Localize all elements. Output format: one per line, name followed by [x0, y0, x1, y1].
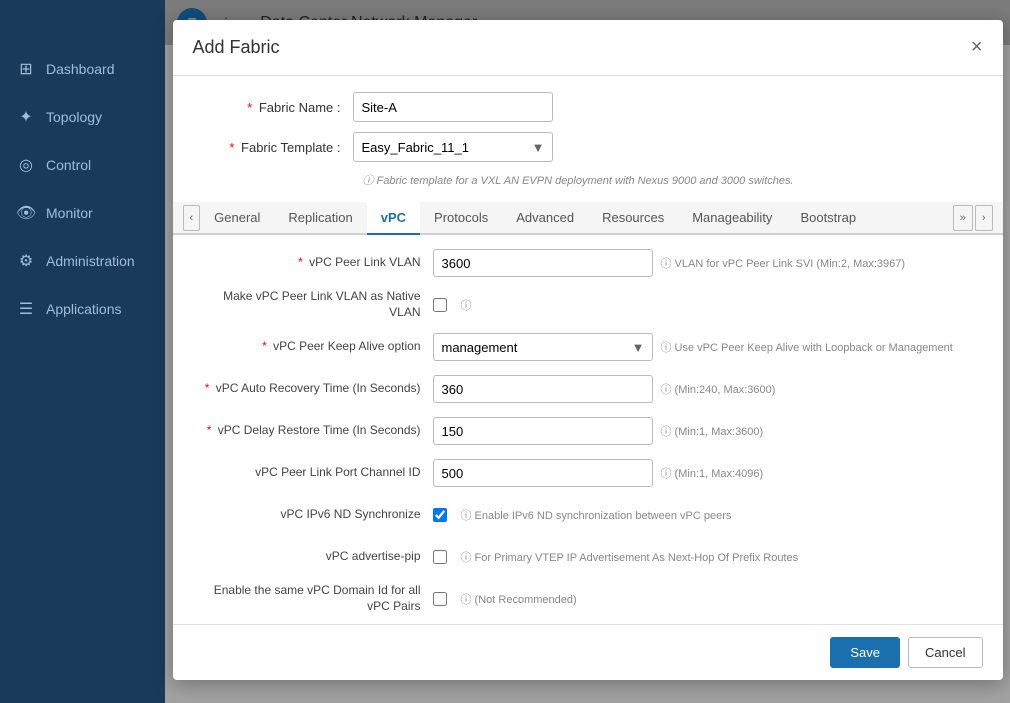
fabric-name-label: * Fabric Name :	[193, 100, 353, 115]
checkbox-wrap: ⓘ	[433, 297, 472, 313]
save-button[interactable]: Save	[830, 637, 900, 668]
sidebar-nav: ⊞ Dashboard ✦ Topology ◎ Control 👁 Monit…	[0, 45, 165, 703]
dialog-body: * vPC Peer Link VLAN ⓘ VLAN for vPC Peer…	[173, 235, 1003, 624]
make-native-vlan-checkbox[interactable]	[433, 298, 447, 312]
main-area: ≡ cisco Data Center Network Manager Add …	[165, 0, 1010, 703]
tab-overflow-button[interactable]: »	[953, 205, 973, 231]
fabric-template-select[interactable]: Easy_Fabric_11_1	[353, 132, 553, 162]
sidebar-header	[0, 0, 165, 45]
vpc-ipv6-nd-checkbox[interactable]	[433, 508, 447, 522]
fabric-template-label: * Fabric Template :	[193, 140, 353, 155]
field-vpc-port-channel: vPC Peer Link Port Channel ID ⓘ (Min:1, …	[193, 457, 983, 489]
checkbox-wrap: ⓘ (Not Recommended)	[433, 591, 577, 607]
sidebar-item-dashboard[interactable]: ⊞ Dashboard	[0, 45, 165, 93]
field-make-native-vlan: Make vPC Peer Link VLAN as Native VLAN ⓘ	[193, 289, 983, 321]
checkbox-wrap: ⓘ Enable IPv6 ND synchronization between…	[433, 507, 732, 523]
vpc-auto-recovery-input[interactable]	[433, 375, 653, 403]
field-vpc-same-domain: Enable the same vPC Domain Id for all vP…	[193, 583, 983, 615]
field-hint: ⓘ (Not Recommended)	[461, 591, 577, 607]
field-hint: ⓘ Enable IPv6 ND synchronization between…	[461, 507, 732, 523]
tabs-bar: ‹ General Replication vPC Protocols Adva…	[173, 202, 1003, 235]
vpc-advertise-pip-checkbox[interactable]	[433, 550, 447, 564]
field-vpc-peer-link-vlan: * vPC Peer Link VLAN ⓘ VLAN for vPC Peer…	[193, 247, 983, 279]
tabs-overflow: » ›	[953, 205, 993, 231]
field-hint: ⓘ (Min:1, Max:3600)	[661, 423, 764, 439]
field-vpc-keep-alive: * vPC Peer Keep Alive option management …	[193, 331, 983, 363]
sidebar-item-label: Monitor	[46, 205, 93, 221]
field-hint: ⓘ VLAN for vPC Peer Link SVI (Min:2, Max…	[661, 255, 906, 271]
field-vpc-ipv6-nd: vPC IPv6 ND Synchronize ⓘ Enable IPv6 ND…	[193, 499, 983, 531]
field-hint: ⓘ (Min:240, Max:3600)	[661, 381, 776, 397]
sidebar-item-monitor[interactable]: 👁 Monitor	[0, 189, 165, 237]
sidebar-item-applications[interactable]: ☰ Applications	[0, 285, 165, 333]
vpc-port-channel-input[interactable]	[433, 459, 653, 487]
applications-icon: ☰	[16, 299, 36, 319]
dialog-footer: Save Cancel	[173, 624, 1003, 680]
fabric-name-input[interactable]	[353, 92, 553, 122]
field-hint: ⓘ Use vPC Peer Keep Alive with Loopback …	[661, 339, 953, 355]
vpc-keep-alive-select-wrap: management loopback ▼	[433, 333, 653, 361]
sidebar-item-label: Topology	[46, 109, 102, 125]
required-star: *	[229, 140, 234, 155]
field-vpc-advertise-pip: vPC advertise-pip ⓘ For Primary VTEP IP …	[193, 541, 983, 573]
field-label: vPC Peer Link Port Channel ID	[193, 465, 433, 481]
sidebar-item-label: Control	[46, 157, 91, 173]
administration-icon: ⚙	[16, 251, 36, 271]
sidebar-item-label: Dashboard	[46, 61, 115, 77]
form-top: * Fabric Name : * Fabric Template : Easy…	[173, 76, 1003, 202]
field-label: * vPC Delay Restore Time (In Seconds)	[193, 423, 433, 439]
sidebar: ⊞ Dashboard ✦ Topology ◎ Control 👁 Monit…	[0, 0, 165, 703]
tab-general[interactable]: General	[200, 202, 274, 233]
tab-prev-button[interactable]: ‹	[183, 205, 201, 231]
monitor-icon: 👁	[16, 203, 36, 223]
field-hint: ⓘ For Primary VTEP IP Advertisement As N…	[461, 549, 799, 565]
vpc-peer-link-vlan-input[interactable]	[433, 249, 653, 277]
dashboard-icon: ⊞	[16, 59, 36, 79]
field-label: Enable the same vPC Domain Id for all vP…	[193, 583, 433, 614]
sidebar-item-administration[interactable]: ⚙ Administration	[0, 237, 165, 285]
required-star: *	[247, 100, 252, 115]
tab-resources[interactable]: Resources	[588, 202, 678, 233]
field-vpc-delay-restore: * vPC Delay Restore Time (In Seconds) ⓘ …	[193, 415, 983, 447]
dialog-overlay: Add Fabric × * Fabric Name : * Fabric Te…	[165, 0, 1010, 703]
field-hint: ⓘ	[461, 297, 472, 313]
tab-bootstrap[interactable]: Bootstrap	[786, 202, 870, 233]
field-hint: ⓘ (Min:1, Max:4096)	[661, 465, 764, 481]
sidebar-item-label: Applications	[46, 301, 122, 317]
fabric-hint: ⓘ Fabric template for a VXL AN EVPN depl…	[363, 172, 983, 188]
close-button[interactable]: ×	[971, 36, 983, 59]
sidebar-item-topology[interactable]: ✦ Topology	[0, 93, 165, 141]
fabric-name-row: * Fabric Name :	[193, 92, 983, 122]
fabric-template-select-wrap: Easy_Fabric_11_1 ▼	[353, 132, 553, 162]
cancel-button[interactable]: Cancel	[908, 637, 982, 668]
dialog-title: Add Fabric	[193, 37, 280, 58]
field-vpc-auto-recovery: * vPC Auto Recovery Time (In Seconds) ⓘ …	[193, 373, 983, 405]
checkbox-wrap: ⓘ For Primary VTEP IP Advertisement As N…	[433, 549, 799, 565]
tab-vpc[interactable]: vPC	[367, 202, 420, 235]
sidebar-item-label: Administration	[46, 253, 135, 269]
tab-protocols[interactable]: Protocols	[420, 202, 502, 233]
tab-next-button[interactable]: ›	[975, 205, 993, 231]
vpc-delay-restore-input[interactable]	[433, 417, 653, 445]
fabric-template-row: * Fabric Template : Easy_Fabric_11_1 ▼	[193, 132, 983, 162]
field-label: * vPC Peer Link VLAN	[193, 255, 433, 271]
tab-replication[interactable]: Replication	[274, 202, 366, 233]
tab-manageability[interactable]: Manageability	[678, 202, 786, 233]
field-label: vPC IPv6 ND Synchronize	[193, 507, 433, 523]
field-label: * vPC Peer Keep Alive option	[193, 339, 433, 355]
tab-advanced[interactable]: Advanced	[502, 202, 588, 233]
field-label: Make vPC Peer Link VLAN as Native VLAN	[193, 289, 433, 320]
control-icon: ◎	[16, 155, 36, 175]
dialog-header: Add Fabric ×	[173, 20, 1003, 76]
add-fabric-dialog: Add Fabric × * Fabric Name : * Fabric Te…	[173, 20, 1003, 680]
vpc-keep-alive-select[interactable]: management loopback	[433, 333, 653, 361]
field-label: vPC advertise-pip	[193, 549, 433, 565]
vpc-same-domain-checkbox[interactable]	[433, 592, 447, 606]
topology-icon: ✦	[16, 107, 36, 127]
sidebar-item-control[interactable]: ◎ Control	[0, 141, 165, 189]
field-label: * vPC Auto Recovery Time (In Seconds)	[193, 381, 433, 397]
